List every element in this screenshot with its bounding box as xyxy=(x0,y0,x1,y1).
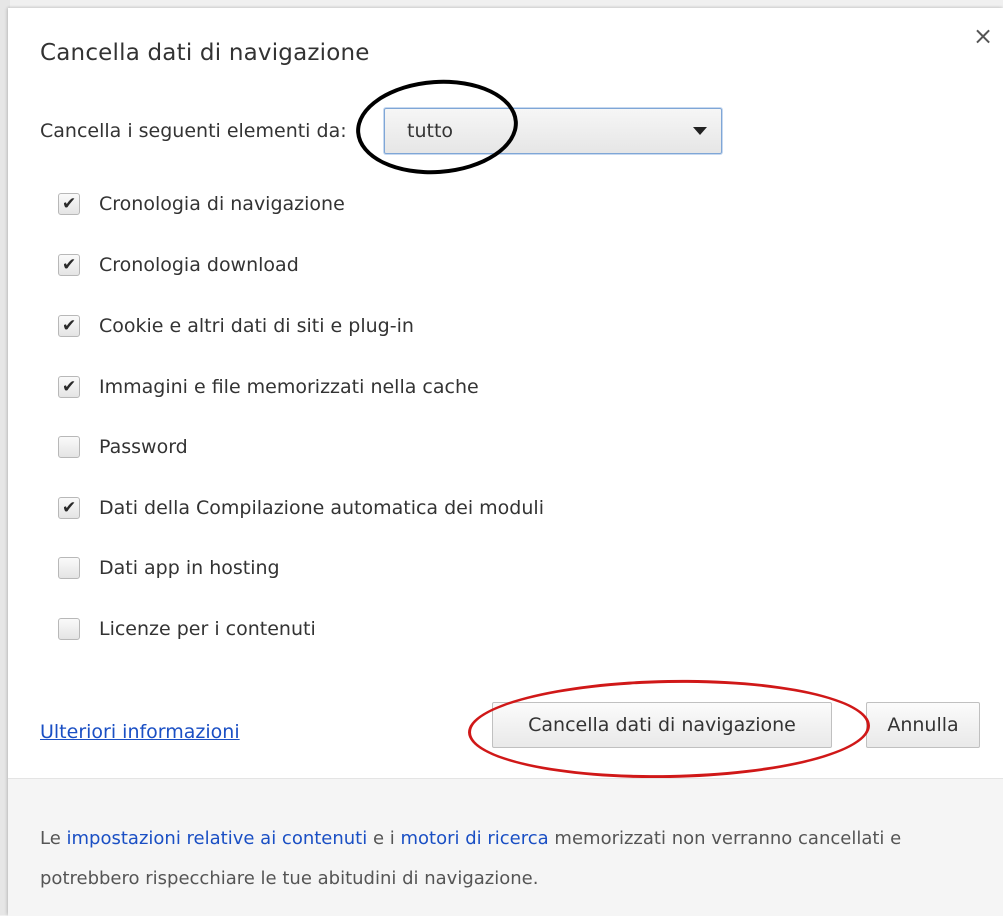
search-engines-link[interactable]: motori di ricerca xyxy=(401,828,549,849)
footer-text-part: e i xyxy=(367,828,401,849)
option-content-licenses[interactable]: Licenze per i contenuti xyxy=(58,611,316,647)
cancel-button[interactable]: Annulla xyxy=(866,702,980,748)
chevron-down-icon xyxy=(693,127,707,135)
checkmark-icon: ✔ xyxy=(62,316,77,336)
checkmark-icon: ✔ xyxy=(62,194,77,214)
checkmark-icon: ✔ xyxy=(62,255,77,275)
option-browsing-history[interactable]: ✔ Cronologia di navigazione xyxy=(58,186,345,222)
checkmark-icon: ✔ xyxy=(62,498,77,518)
checkbox[interactable] xyxy=(58,618,80,640)
checkbox[interactable]: ✔ xyxy=(58,497,80,519)
option-label: Cronologia download xyxy=(99,254,299,276)
option-label: Licenze per i contenuti xyxy=(99,618,316,640)
option-label: Immagini e file memorizzati nella cache xyxy=(99,376,479,398)
dialog-footer: Le impostazioni relative ai contenuti e … xyxy=(8,778,1003,916)
time-range-selected-value: tutto xyxy=(407,120,454,142)
footer-text-part: Le xyxy=(40,828,67,849)
option-autofill[interactable]: ✔ Dati della Compilazione automatica dei… xyxy=(58,490,544,526)
footer-note: Le impostazioni relative ai contenuti e … xyxy=(40,819,960,899)
option-cache[interactable]: ✔ Immagini e file memorizzati nella cach… xyxy=(58,369,479,405)
option-label: Cronologia di navigazione xyxy=(99,193,345,215)
option-cookies[interactable]: ✔ Cookie e altri dati di siti e plug-in xyxy=(58,308,414,344)
checkbox[interactable]: ✔ xyxy=(58,254,80,276)
option-label: Cookie e altri dati di siti e plug-in xyxy=(99,315,414,337)
clear-browsing-data-dialog: Cancella dati di navigazione × Cancella … xyxy=(8,8,1003,916)
clear-browsing-data-button[interactable]: Cancella dati di navigazione xyxy=(492,702,832,748)
content-settings-link[interactable]: impostazioni relative ai contenuti xyxy=(67,828,368,849)
checkmark-icon: ✔ xyxy=(62,377,77,397)
close-icon[interactable]: × xyxy=(971,24,995,48)
dialog-title: Cancella dati di navigazione xyxy=(40,40,370,66)
option-label: Password xyxy=(99,436,188,458)
option-label: Dati app in hosting xyxy=(99,557,280,579)
checkbox[interactable]: ✔ xyxy=(58,376,80,398)
checkbox[interactable] xyxy=(58,557,80,579)
checkbox[interactable] xyxy=(58,436,80,458)
option-passwords[interactable]: Password xyxy=(58,429,188,465)
more-info-link[interactable]: Ulteriori informazioni xyxy=(40,721,240,743)
time-range-row: Cancella i seguenti elementi da: tutto xyxy=(40,108,722,154)
option-download-history[interactable]: ✔ Cronologia download xyxy=(58,247,299,283)
time-range-label: Cancella i seguenti elementi da: xyxy=(40,120,347,142)
checkbox[interactable]: ✔ xyxy=(58,315,80,337)
checkbox[interactable]: ✔ xyxy=(58,193,80,215)
option-label: Dati della Compilazione automatica dei m… xyxy=(99,497,544,519)
option-hosted-app-data[interactable]: Dati app in hosting xyxy=(58,550,280,586)
time-range-select[interactable]: tutto xyxy=(384,108,722,154)
